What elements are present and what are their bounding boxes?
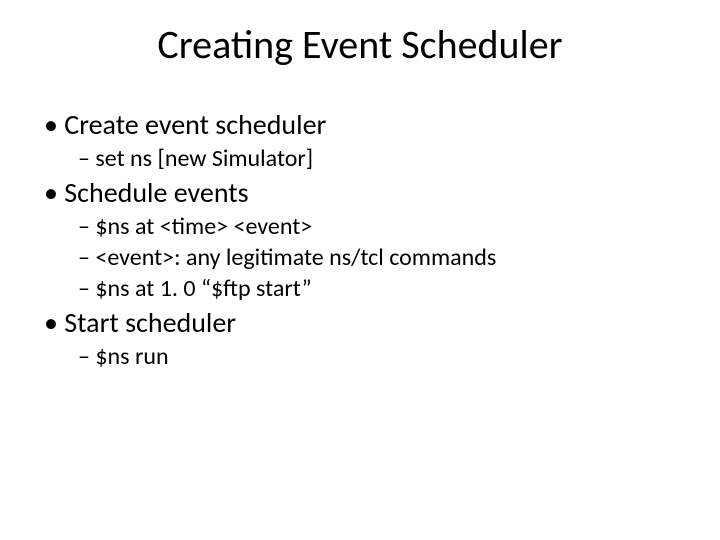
sub-bullet-ns-run: $ns run	[22, 342, 720, 371]
bullet-schedule-events: Schedule events	[22, 175, 720, 210]
sub-bullet-event-desc: <event>: any legitimate ns/tcl commands	[22, 243, 720, 272]
sub-bullet-ns-at-time: $ns at <time> <event>	[22, 212, 720, 241]
slide: Creating Event Scheduler Create event sc…	[0, 0, 720, 540]
bullet-start-scheduler: Start scheduler	[22, 305, 720, 340]
sub-bullet-ns-at-ftp: $ns at 1. 0 “$ftp start”	[22, 274, 720, 303]
bullet-create-event-scheduler: Create event scheduler	[22, 107, 720, 142]
slide-content: Create event scheduler set ns [new Simul…	[0, 107, 720, 371]
slide-title: Creating Event Scheduler	[0, 20, 720, 69]
sub-bullet-set-ns: set ns [new Simulator]	[22, 144, 720, 173]
